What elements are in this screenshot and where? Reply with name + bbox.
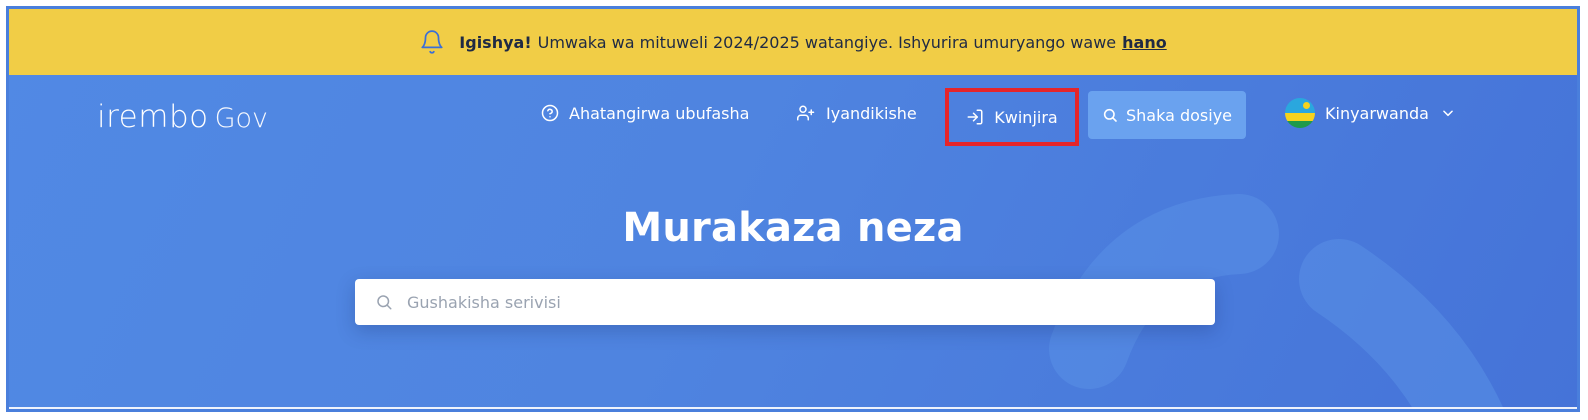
logo-brand: irembo xyxy=(97,99,209,135)
help-link[interactable]: Ahatangirwa ubufasha xyxy=(541,75,749,151)
language-selector[interactable]: Kinyarwanda xyxy=(1285,75,1455,151)
divider xyxy=(9,407,1577,409)
page-title: Murakaza neza xyxy=(622,205,964,251)
irembo-gov-logo[interactable]: irembo Gov xyxy=(97,99,268,135)
page-frame: Igishya! Umwaka wa mituweli 2024/2025 wa… xyxy=(6,6,1580,412)
login-button-label: Kwinjira xyxy=(994,107,1058,127)
top-navigation: irembo Gov Ahatangirwa ubufasha Iyandiki… xyxy=(9,75,1577,151)
find-file-button-label: Shaka dosiye xyxy=(1125,105,1232,125)
language-label: Kinyarwanda xyxy=(1325,103,1429,123)
register-link-label: Iyandikishe xyxy=(826,103,917,123)
help-link-label: Ahatangirwa ubufasha xyxy=(569,103,750,123)
find-file-button[interactable]: Shaka dosiye xyxy=(1088,91,1246,139)
search-icon xyxy=(377,295,392,310)
bell-icon xyxy=(421,30,443,54)
service-search[interactable] xyxy=(355,279,1215,325)
service-search-input[interactable] xyxy=(405,291,1189,313)
banner-link[interactable]: hano xyxy=(1122,33,1167,52)
register-link[interactable]: Iyandikishe xyxy=(796,75,917,151)
help-circle-icon xyxy=(541,104,559,122)
rwanda-flag-icon xyxy=(1285,98,1315,128)
banner-message: Umwaka wa mituweli 2024/2025 watangiye. … xyxy=(537,32,1117,52)
user-plus-icon xyxy=(797,105,815,121)
logo-suffix: Gov xyxy=(214,103,269,134)
login-button[interactable]: Kwinjira xyxy=(945,88,1079,146)
search-icon xyxy=(1103,108,1117,122)
login-icon xyxy=(967,109,983,125)
announcement-banner: Igishya! Umwaka wa mituweli 2024/2025 wa… xyxy=(9,9,1577,75)
banner-strong-text: Igishya! xyxy=(459,32,532,52)
chevron-down-icon xyxy=(1443,110,1453,117)
